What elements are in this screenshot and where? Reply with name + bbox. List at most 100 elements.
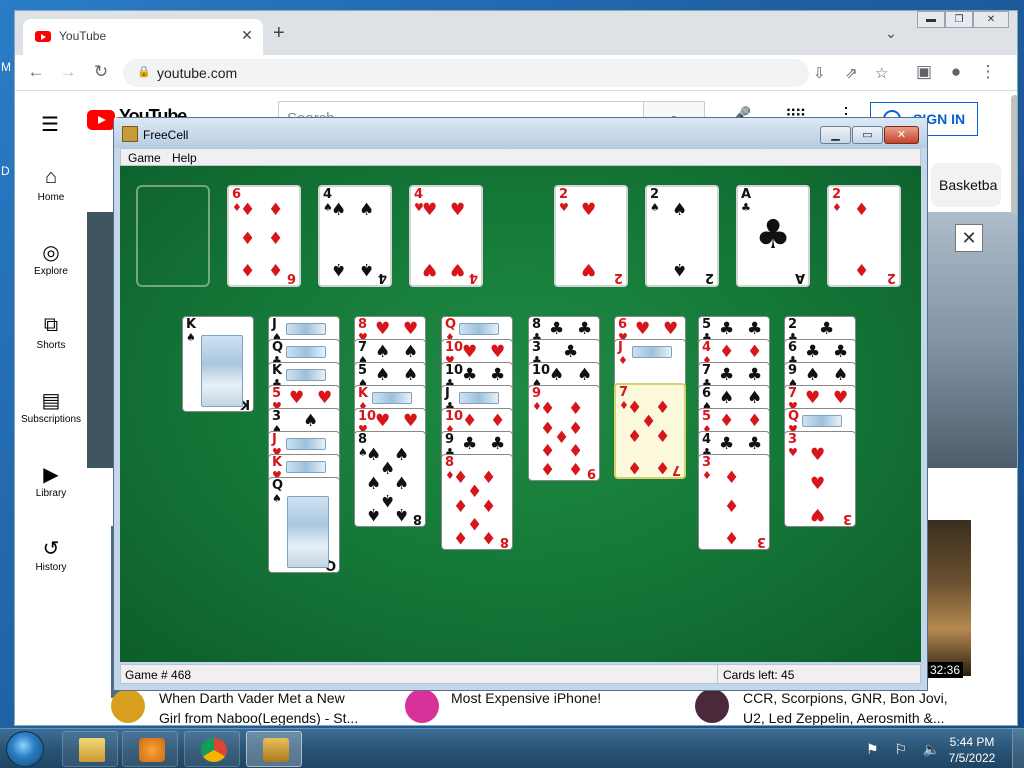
minimize-button[interactable]: ▁	[820, 126, 851, 144]
tableau-card-top[interactable]: K ♠ K	[182, 316, 254, 412]
tab-close-icon[interactable]: ✕	[239, 27, 255, 44]
card-pip-icon: ♦	[854, 200, 870, 220]
maximize-button[interactable]: ▭	[852, 126, 883, 144]
url-text: youtube.com	[157, 65, 238, 81]
show-desktop-button[interactable]	[1012, 729, 1024, 768]
card-pip-icon: ♠	[394, 474, 410, 494]
card-pip-icon: ♠	[331, 259, 347, 279]
video-title[interactable]: Most Expensive iPhone!	[451, 688, 601, 708]
install-app-icon[interactable]: ⇩	[813, 64, 826, 82]
sidebar-item-library[interactable]: ▶ Library	[15, 448, 87, 522]
card-pip-icon: ♦	[240, 259, 256, 279]
card-pip-icon: ♦	[240, 229, 256, 249]
card-pip-icon: ♥	[403, 411, 419, 431]
explore-icon: ◎	[42, 242, 60, 264]
new-tab-button[interactable]: +	[273, 23, 285, 43]
hamburger-menu-icon[interactable]: ☰	[41, 112, 59, 137]
menu-game[interactable]: Game	[128, 151, 161, 165]
card-pip-icon: ♠	[394, 445, 410, 465]
tableau-card-top[interactable]: 8 ♠ 8 ♠ ♠ ♠ ♠ ♠ ♠ ♠ ♠	[354, 431, 426, 527]
address-bar[interactable]: 🔒 youtube.com ⇩ ⇗ ☆	[123, 59, 888, 87]
free-cell-card[interactable]: 6 ♦ 6 ♦ ♦ ♦ ♦ ♦ ♦	[227, 185, 301, 287]
close-button[interactable]: ✕	[884, 126, 919, 144]
cards-left: Cards left: 45	[723, 668, 795, 682]
video-thumbnail[interactable]	[927, 520, 971, 676]
free-cell-card[interactable]: 4 ♠ 4 ♠ ♠ ♠ ♠	[318, 185, 392, 287]
card-face-art	[372, 392, 412, 404]
card-pip-icon: ♦	[568, 458, 584, 478]
youtube-logo-icon[interactable]	[87, 110, 115, 130]
foundation-card[interactable]: 2 ♦ 2 ♦ ♦	[827, 185, 901, 287]
card-pip-icon: ♥	[375, 319, 391, 339]
freecell-window: FreeCell ▁ ▭ ✕ Game Help 6 ♦ 6 ♦ ♦ ♦ ♦ ♦ ♦ 4 ♠ 4 ♠ ♠ ♠…	[113, 117, 928, 691]
tableau-card-top[interactable]: Q ♠ Q	[268, 477, 340, 573]
scrollbar[interactable]	[1011, 95, 1017, 215]
card-rank: 2	[613, 270, 623, 285]
sidebar-item-subscriptions[interactable]: ▤ Subscriptions	[15, 374, 87, 448]
bookmark-star-icon[interactable]: ☆	[875, 64, 888, 82]
card-pip-icon: ♥	[450, 200, 466, 220]
tab-youtube[interactable]: YouTube ✕	[23, 19, 263, 55]
foundation-card[interactable]: 2 ♠ 2 ♠ ♠	[645, 185, 719, 287]
card-pip-icon: ♦	[462, 411, 478, 431]
system-tray-icons[interactable]: ⚑ ⚐ 🔈	[866, 741, 946, 758]
taskbar-explorer[interactable]	[62, 731, 118, 767]
forward-icon[interactable]: →	[57, 62, 79, 82]
card-pip-icon: ♥	[403, 319, 419, 339]
card-pip-icon: ♥	[462, 342, 478, 362]
maximize-button[interactable]: ❐	[945, 11, 973, 28]
close-icon[interactable]: ✕	[955, 224, 983, 252]
taskbar-freecell[interactable]	[246, 731, 302, 767]
video-title[interactable]: CCR, Scorpions, GNR, Bon Jovi, U2, Led Ze…	[743, 688, 948, 725]
chrome-icon	[201, 738, 227, 762]
menu-icon[interactable]: ⋮	[977, 62, 999, 82]
foundation-card[interactable]: 2 ♥ 2 ♥ ♥	[554, 185, 628, 287]
close-button[interactable]: ✕	[973, 11, 1009, 28]
card-pip-icon: ♠	[672, 200, 688, 220]
clock[interactable]: 5:44 PM 7/5/2022	[940, 734, 1004, 766]
card-face-art	[459, 323, 499, 335]
tableau-card-top[interactable]: 7 ♦ 7 ♦ ♦ ♦ ♦ ♦ ♦ ♦	[614, 383, 686, 479]
card-suit-icon: ♠	[272, 492, 282, 505]
minimize-button[interactable]: ▬	[917, 11, 945, 28]
tableau-card-top[interactable]: 3 ♦ 3 ♦ ♦ ♦	[698, 454, 770, 550]
card-pip-icon: ♣	[747, 434, 763, 454]
tableau-card-top[interactable]: 3 ♥ 3 ♥ ♥ ♥	[784, 431, 856, 527]
freecell-titlebar[interactable]: FreeCell ▁ ▭ ✕	[114, 118, 927, 148]
sidebar-item-shorts[interactable]: ⧉ Shorts	[15, 300, 87, 374]
card-pip-icon: ♥	[422, 259, 438, 279]
tableau-card-top[interactable]: 8 ♦ 8 ♦ ♦ ♦ ♦ ♦ ♦ ♦ ♦	[441, 454, 513, 550]
tab-search-dropdown-icon[interactable]: ⌄	[885, 25, 897, 42]
side-panel-icon[interactable]: ▣	[913, 62, 935, 82]
clock-date: 7/5/2022	[948, 751, 996, 765]
channel-avatar[interactable]	[405, 689, 439, 723]
card-pip-icon: ♦	[268, 259, 284, 279]
card-rank: 10	[358, 409, 377, 424]
sidebar-item-home[interactable]: ⌂ Home	[15, 152, 87, 226]
start-button[interactable]	[6, 731, 44, 767]
chip-basketball[interactable]: Basketba	[931, 163, 1001, 207]
card-pip-icon: ♦	[627, 457, 643, 477]
channel-avatar[interactable]	[695, 689, 729, 723]
taskbar-media-player[interactable]	[122, 731, 178, 767]
tableau-card-top[interactable]: 9 ♦ 9 ♦ ♦ ♦ ♦ ♦ ♦ ♦ ♦ ♦	[528, 385, 600, 481]
reload-icon[interactable]: ↻	[90, 62, 112, 82]
card-pip-icon: ♣	[819, 319, 835, 339]
card-pip-icon: ♠	[359, 259, 375, 279]
video-title[interactable]: When Darth Vader Met a New Girl from Nabo…	[159, 688, 358, 725]
back-icon[interactable]: ←	[25, 62, 47, 82]
taskbar-chrome[interactable]	[184, 731, 240, 767]
free-cell-card[interactable]: 4 ♥ 4 ♥ ♥ ♥ ♥	[409, 185, 483, 287]
channel-avatar[interactable]	[111, 689, 145, 723]
menu-help[interactable]: Help	[172, 151, 197, 165]
window-title: FreeCell	[143, 128, 189, 142]
share-icon[interactable]: ⇗	[845, 64, 858, 82]
free-cell-empty[interactable]	[136, 185, 210, 287]
card-rank: Q	[272, 478, 284, 493]
sidebar-item-history[interactable]: ↺ History	[15, 522, 87, 596]
foundation-card[interactable]: A ♣ A ♣	[736, 185, 810, 287]
card-pip-icon: ♥	[490, 342, 506, 362]
profile-icon[interactable]: ●	[945, 62, 967, 82]
sidebar-item-explore[interactable]: ◎ Explore	[15, 226, 87, 300]
card-rank: 5	[702, 409, 712, 424]
